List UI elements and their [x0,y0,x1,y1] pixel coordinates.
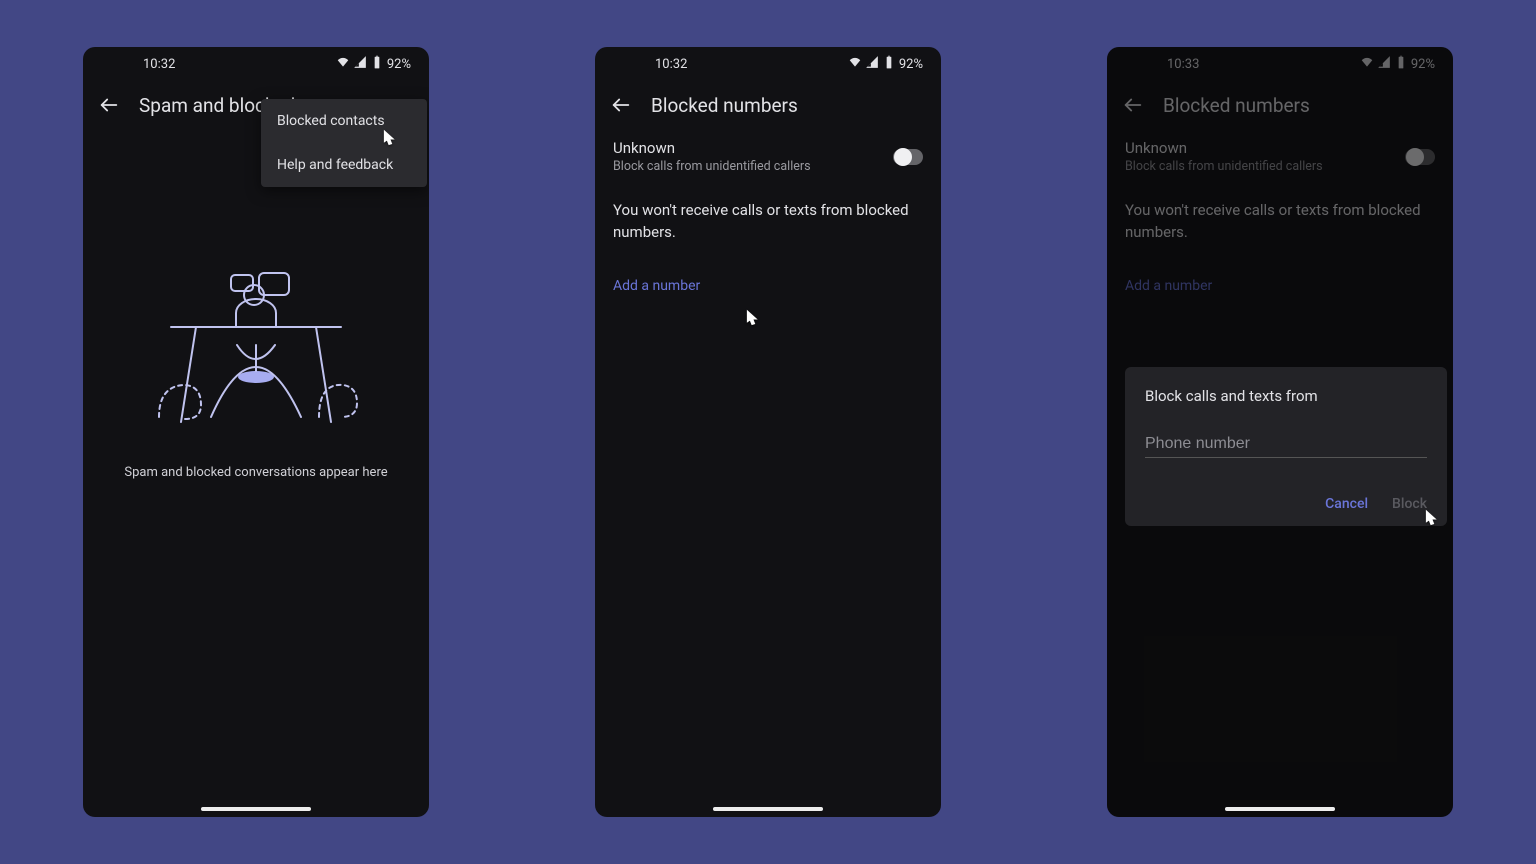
gesture-nav-bar[interactable] [201,807,311,811]
phone-number-input[interactable] [1145,431,1427,458]
phone-screen-1: 10:32 92% Spam and blocked [83,47,429,817]
status-time: 10:32 [655,57,687,72]
signal-icon [353,55,367,73]
status-right: 92% [336,55,411,73]
phone-screen-3: 10:33 92% Blocked numbers Unknown Block … [1107,47,1453,817]
app-bar: Blocked numbers [595,81,941,127]
wifi-icon [336,55,350,73]
empty-state: Spam and blocked conversations appear he… [83,267,429,480]
empty-state-illustration [141,267,371,437]
wifi-icon [848,55,862,73]
signal-icon [865,55,879,73]
status-bar: 10:32 92% [595,47,941,81]
status-right: 92% [848,55,923,73]
pointer-cursor-icon [740,309,762,331]
menu-item-blocked-contacts[interactable]: Blocked contacts [261,99,427,143]
setting-row-unknown[interactable]: Unknown Block calls from unidentified ca… [595,127,941,174]
back-button[interactable] [609,93,633,117]
battery-icon [370,55,384,73]
setting-title: Unknown [613,139,811,157]
gesture-nav-bar[interactable] [713,807,823,811]
page-title: Blocked numbers [651,94,798,117]
overflow-menu: Blocked contacts Help and feedback [261,99,427,187]
block-number-dialog: Block calls and texts from Cancel Block [1125,367,1447,526]
menu-item-help-feedback[interactable]: Help and feedback [261,143,427,187]
status-bar: 10:32 92% [83,47,429,81]
setting-subtitle: Block calls from unidentified callers [613,159,811,174]
dialog-title: Block calls and texts from [1145,387,1427,405]
battery-icon [882,55,896,73]
block-button[interactable]: Block [1392,496,1427,512]
status-battery: 92% [899,57,923,72]
status-battery: 92% [387,57,411,72]
gesture-nav-bar[interactable] [1225,807,1335,811]
back-button[interactable] [97,93,121,117]
cancel-button[interactable]: Cancel [1325,496,1368,512]
status-time: 10:32 [143,57,175,72]
phone-screen-2: 10:32 92% Blocked numbers Unknown Block … [595,47,941,817]
empty-state-text: Spam and blocked conversations appear he… [124,465,387,480]
dialog-actions: Cancel Block [1145,496,1427,512]
add-number-link[interactable]: Add a number [595,244,941,294]
blocked-info-text: You won't receive calls or texts from bl… [595,174,941,244]
unknown-toggle[interactable] [893,149,923,165]
